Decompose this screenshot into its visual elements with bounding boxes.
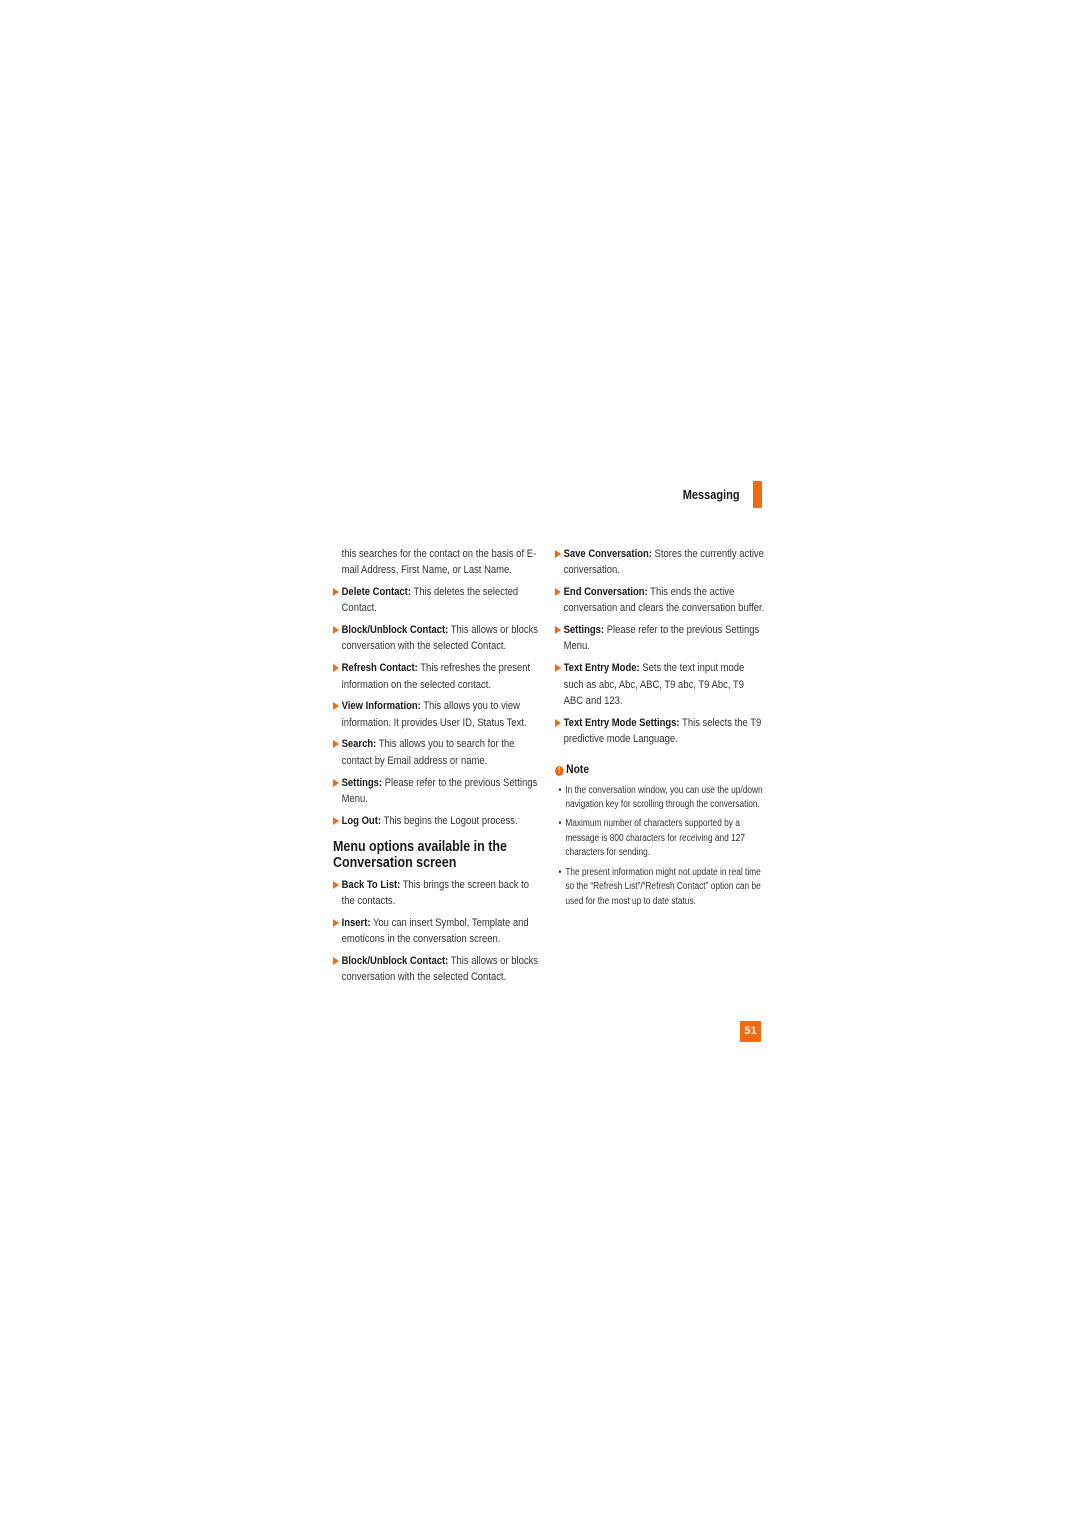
menu-option-text-entry-mode: Text Entry Mode: Sets the text input mod… (555, 660, 764, 709)
arrow-bullet-icon (333, 740, 340, 749)
section-tab-marker (753, 481, 762, 508)
menu-option-log-out: Log Out: This begins the Logout process. (333, 813, 542, 829)
menu-option-end-conversation: End Conversation: This ends the active c… (555, 584, 764, 617)
arrow-bullet-icon (555, 626, 562, 635)
arrow-bullet-icon (555, 550, 562, 558)
left-column: this searches for the contact on the bas… (333, 546, 543, 991)
arrow-bullet-icon (333, 702, 340, 711)
menu-option-save-conversation: Save Conversation: Stores the currently … (555, 546, 764, 579)
note-item: • Maximum number of characters supported… (558, 818, 746, 859)
menu-option-view-information: View Information: This allows you to vie… (333, 698, 542, 731)
menu-option-block-unblock-contact-conversation: Block/Unblock Contact: This allows or bl… (333, 953, 542, 986)
note-item: • In the conversation window, you can us… (558, 784, 763, 811)
arrow-bullet-icon (555, 718, 562, 727)
page-number: 51 (740, 1021, 761, 1042)
warning-icon: ! (555, 766, 564, 777)
menu-option-insert: Insert: You can insert Symbol, Template … (333, 915, 542, 948)
arrow-bullet-icon (333, 778, 340, 787)
arrow-bullet-icon (555, 664, 562, 673)
arrow-bullet-icon (333, 664, 340, 673)
arrow-bullet-icon (333, 588, 340, 597)
menu-option-search: Search: This allows you to search for th… (333, 736, 542, 769)
arrow-bullet-icon (333, 816, 340, 825)
menu-option-settings-conversation: Settings: Please refer to the previous S… (555, 622, 764, 655)
section-heading: Menu options available in the Conversati… (333, 838, 507, 871)
manual-page: Messaging this searches for the contact … (0, 0, 1080, 1527)
arrow-bullet-icon (333, 880, 340, 889)
note-item: • The present information might not upda… (558, 866, 761, 907)
section-header: Messaging (640, 481, 762, 509)
menu-option-settings: Settings: Please refer to the previous S… (333, 775, 542, 808)
section-title: Messaging (683, 488, 740, 502)
intro-continuation: this searches for the contact on the bas… (341, 548, 537, 577)
right-column: Save Conversation: Stores the currently … (555, 546, 765, 914)
menu-option-refresh-contact: Refresh Contact: This refreshes the pres… (333, 660, 542, 693)
arrow-bullet-icon (333, 626, 340, 635)
dot-bullet-icon: • (558, 866, 562, 878)
menu-option-block-unblock-contact: Block/Unblock Contact: This allows or bl… (333, 622, 542, 655)
menu-option-delete-contact: Delete Contact: This deletes the selecte… (333, 584, 542, 617)
arrow-bullet-icon (555, 588, 562, 597)
dot-bullet-icon: • (558, 784, 562, 796)
menu-option-text-entry-mode-settings: Text Entry Mode Settings: This selects t… (555, 715, 764, 748)
dot-bullet-icon: • (558, 818, 562, 830)
arrow-bullet-icon (333, 957, 340, 966)
note-heading: ! Note (555, 761, 764, 777)
arrow-bullet-icon (333, 919, 340, 928)
menu-option-back-to-list: Back To List: This brings the screen bac… (333, 877, 542, 910)
note-title: Note (566, 762, 590, 777)
